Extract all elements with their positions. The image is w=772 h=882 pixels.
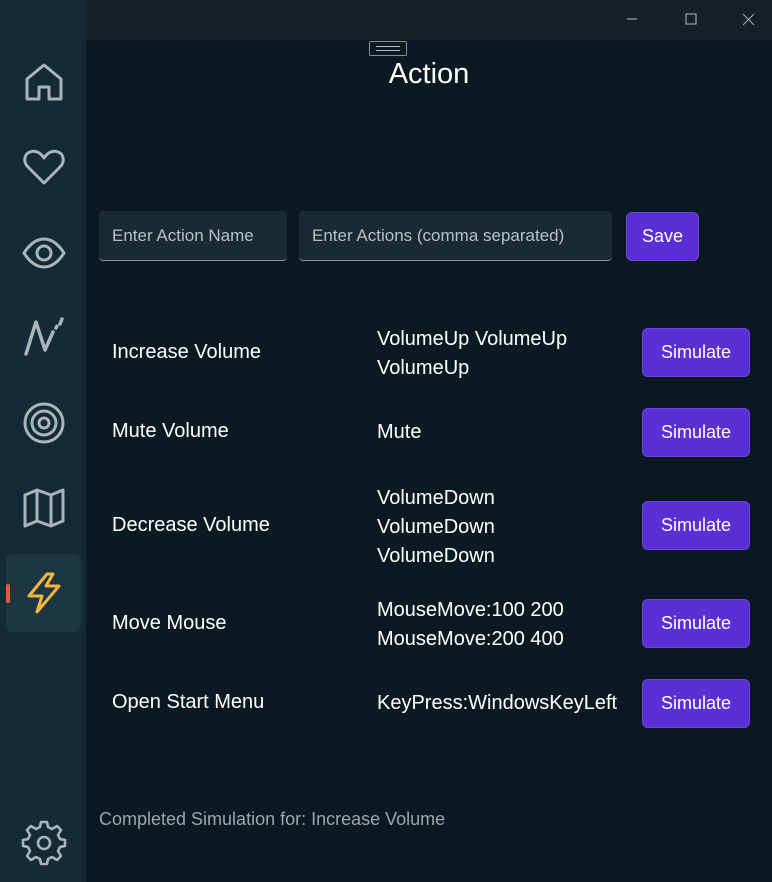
sidebar-item-actions[interactable] — [6, 554, 81, 632]
close-icon — [742, 13, 754, 25]
simulate-button[interactable]: Simulate — [642, 408, 750, 457]
simulate-button[interactable]: Simulate — [642, 328, 750, 377]
action-line: VolumeUp VolumeUp — [377, 328, 568, 350]
active-indicator — [6, 584, 10, 603]
page-title: Action — [388, 58, 470, 90]
action-line: Mute — [377, 421, 422, 443]
action-name: Increase Volume — [112, 341, 261, 363]
action-line: VolumeDown — [377, 545, 495, 567]
action-sequence: MouseMove:100 200 MouseMove:200 400 — [377, 596, 639, 654]
eye-icon — [21, 237, 66, 269]
lightning-icon — [27, 572, 60, 614]
sidebar-item-draw[interactable] — [6, 298, 81, 376]
minimize-button[interactable] — [612, 4, 652, 34]
action-line: VolumeUp — [377, 357, 470, 379]
sidebar-item-home[interactable] — [6, 43, 81, 121]
simulate-button[interactable]: Simulate — [642, 599, 750, 648]
action-line: MouseMove:100 200 — [377, 599, 564, 621]
action-sequence: VolumeUp VolumeUp VolumeUp — [377, 325, 639, 383]
pen-stroke-icon — [23, 317, 64, 356]
sidebar-item-target[interactable] — [6, 384, 81, 462]
drag-handle[interactable] — [369, 41, 407, 56]
save-button[interactable]: Save — [626, 212, 699, 261]
sidebar-item-view[interactable] — [6, 214, 81, 292]
maximize-icon — [685, 13, 697, 25]
sidebar-item-settings[interactable] — [6, 804, 81, 882]
action-line: VolumeDown — [377, 487, 495, 509]
heart-icon — [22, 149, 65, 185]
action-line: MouseMove:200 400 — [377, 628, 564, 650]
sidebar-item-map[interactable] — [6, 469, 81, 547]
sidebar — [0, 0, 86, 882]
home-icon — [25, 63, 62, 101]
action-sequence: Mute — [377, 418, 639, 447]
sidebar-item-favorites[interactable] — [6, 128, 81, 206]
action-name: Open Start Menu — [112, 691, 265, 713]
gear-icon — [21, 820, 66, 866]
action-name: Mute Volume — [112, 420, 229, 442]
action-name: Decrease Volume — [112, 514, 270, 536]
simulate-button[interactable]: Simulate — [642, 501, 750, 550]
action-line: KeyPress:WindowsKeyLeft — [377, 692, 618, 714]
status-text: Completed Simulation for: Increase Volum… — [99, 809, 446, 829]
action-sequence: KeyPress:WindowsKeyLeft — [377, 689, 639, 718]
title-bar — [86, 0, 772, 40]
actions-input[interactable] — [299, 211, 612, 261]
action-line: VolumeDown — [377, 516, 495, 538]
maximize-button[interactable] — [671, 4, 711, 34]
close-button[interactable] — [728, 4, 768, 34]
map-icon — [23, 488, 64, 528]
action-name: Move Mouse — [112, 612, 227, 634]
minimize-icon — [627, 18, 637, 20]
action-sequence: VolumeDown VolumeDown VolumeDown — [377, 484, 639, 571]
action-name-input[interactable] — [99, 211, 287, 261]
target-icon — [23, 402, 64, 444]
simulate-button[interactable]: Simulate — [642, 679, 750, 728]
